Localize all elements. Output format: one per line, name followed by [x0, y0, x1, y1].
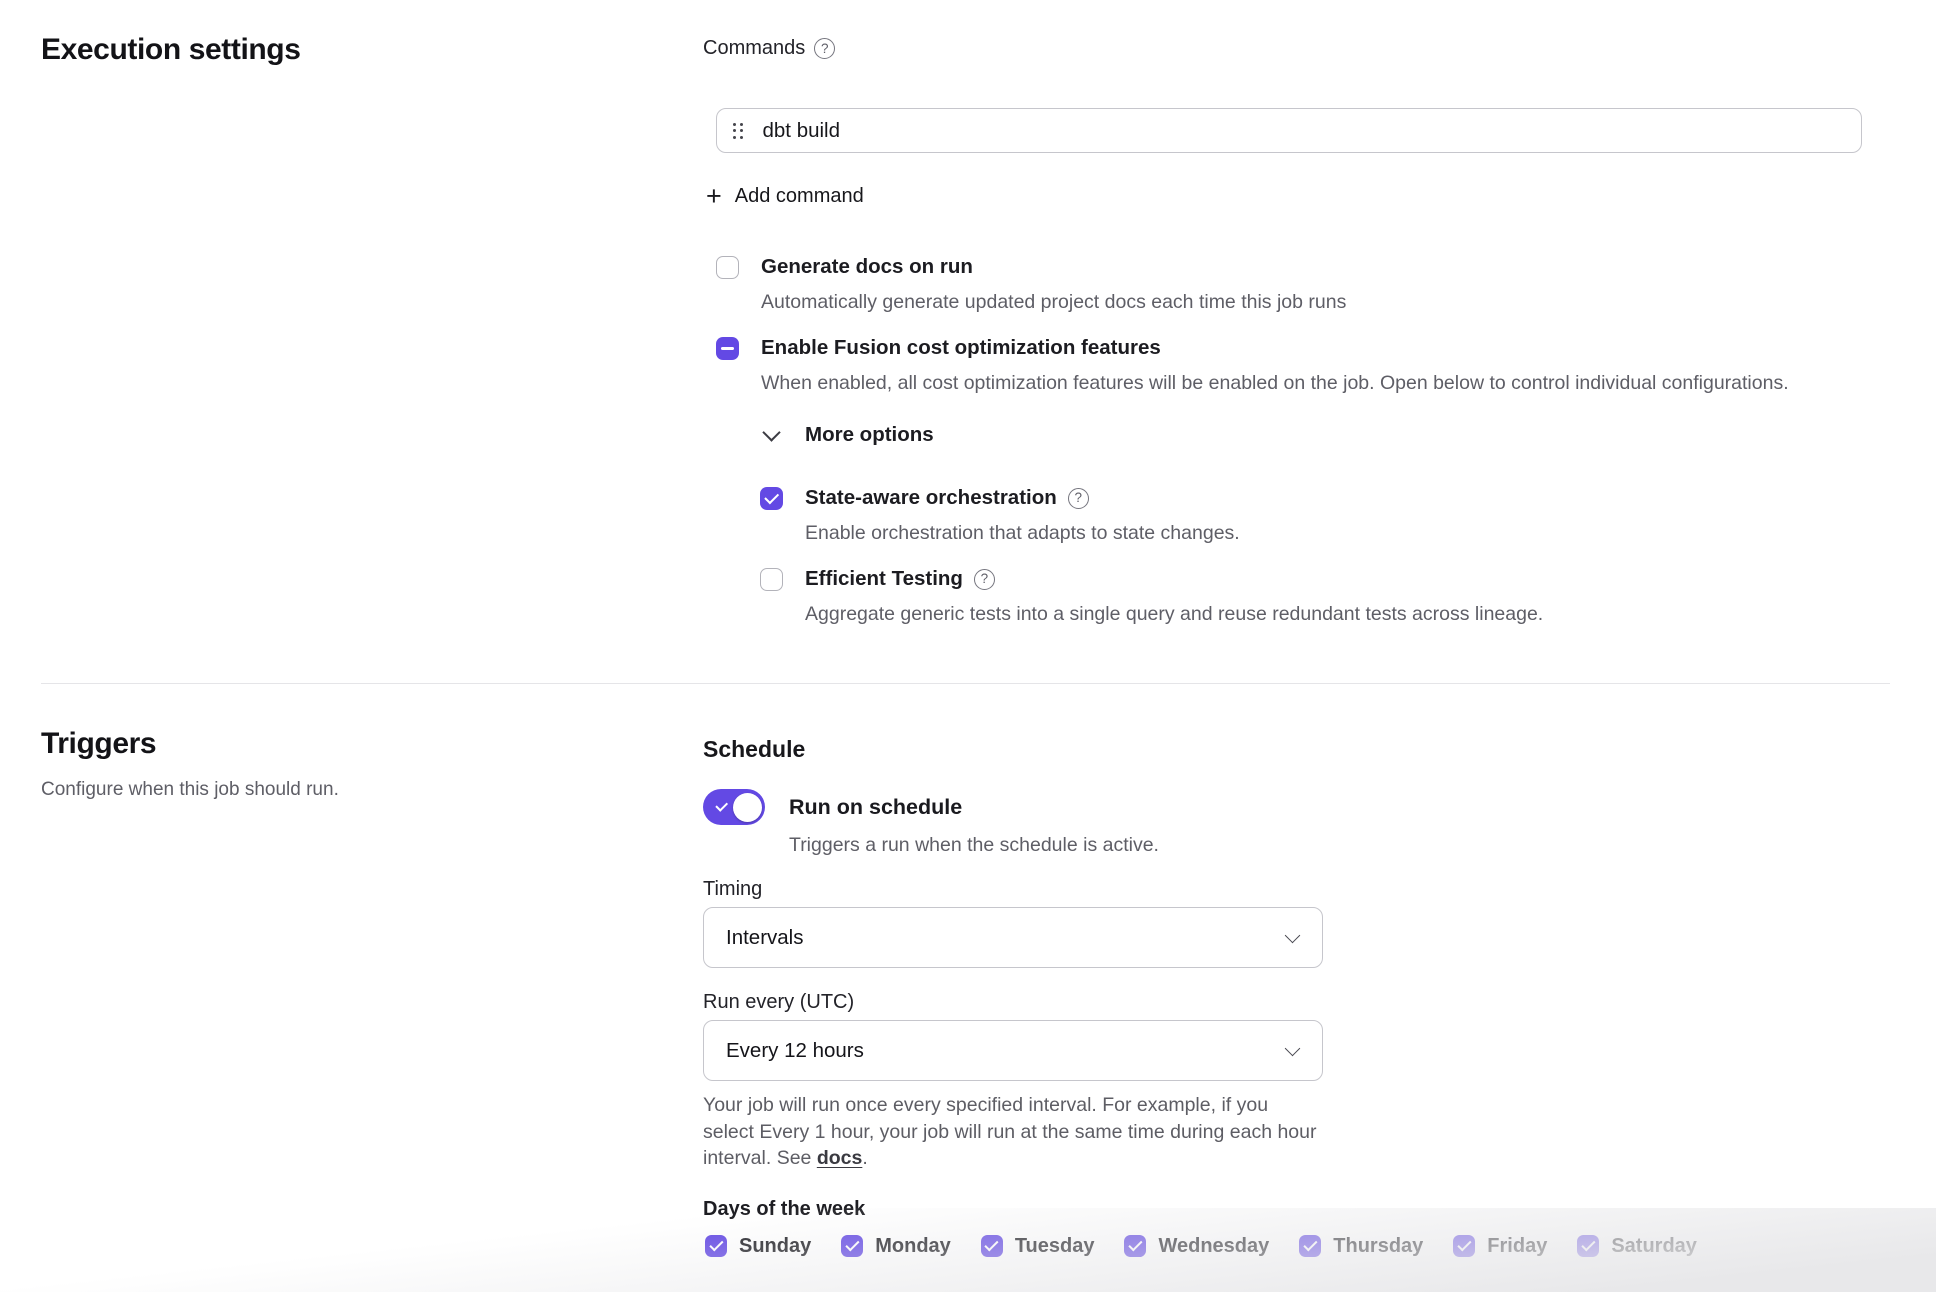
checkbox-efficient-testing[interactable] [760, 568, 783, 591]
run-on-schedule-toggle[interactable] [703, 789, 765, 825]
state-aware-help-icon[interactable]: ? [1068, 488, 1089, 509]
days-of-week-label: Days of the week [703, 1198, 1890, 1222]
run-every-select[interactable]: Every 12 hours [703, 1020, 1323, 1081]
triggers-column: Schedule Run on schedule Triggers a run … [703, 730, 1890, 1258]
checkbox-saturday[interactable] [1577, 1235, 1599, 1257]
plus-icon: + [706, 185, 722, 207]
docs-link[interactable]: docs [817, 1147, 863, 1169]
day-item-saturday[interactable]: Saturday [1577, 1235, 1697, 1258]
add-command-button[interactable]: + Add command [706, 183, 864, 209]
timing-selected-value: Intervals [726, 926, 803, 950]
option-label: Generate docs on run [761, 255, 973, 279]
day-item-tuesday[interactable]: Tuesday [981, 1235, 1095, 1258]
option-generate-docs[interactable]: Generate docs on run Automatically gener… [716, 254, 1890, 314]
option-description: Aggregate generic tests into a single qu… [805, 602, 1543, 626]
option-efficient-testing[interactable]: Efficient Testing ? Aggregate generic te… [760, 566, 1890, 626]
option-label: Efficient Testing [805, 567, 963, 591]
checkbox-tuesday[interactable] [981, 1235, 1003, 1257]
section-divider [41, 683, 1890, 684]
option-state-aware-orchestration[interactable]: State-aware orchestration ? Enable orche… [760, 485, 1890, 545]
drag-handle-icon[interactable] [733, 123, 743, 139]
timing-select[interactable]: Intervals [703, 907, 1323, 968]
job-settings-page: Execution settings Commands ? dbt build … [0, 0, 1936, 1292]
schedule-heading: Schedule [703, 736, 1890, 764]
more-options-label: More options [805, 423, 934, 447]
triggers-subtitle: Configure when this job should run. [41, 779, 339, 801]
chevron-down-icon [1285, 927, 1301, 943]
checkbox-wednesday[interactable] [1124, 1235, 1146, 1257]
checkbox-monday[interactable] [841, 1235, 863, 1257]
day-item-monday[interactable]: Monday [841, 1235, 951, 1258]
run-on-schedule-label: Run on schedule [789, 795, 962, 820]
checkbox-fusion-cost-optimization[interactable] [716, 337, 739, 360]
commands-help-icon[interactable]: ? [814, 38, 835, 59]
run-on-schedule-row: Run on schedule [703, 789, 1890, 825]
checkbox-generate-docs[interactable] [716, 256, 739, 279]
chevron-down-icon [762, 423, 780, 441]
checkbox-thursday[interactable] [1299, 1235, 1321, 1257]
triggers-title: Triggers [41, 727, 156, 761]
efficient-testing-help-icon[interactable]: ? [974, 569, 995, 590]
day-item-friday[interactable]: Friday [1453, 1235, 1547, 1258]
command-value: dbt build [763, 119, 841, 143]
execution-settings-column: Commands ? dbt build + Add command Gener… [703, 30, 1890, 626]
option-label: Enable Fusion cost optimization features [761, 336, 1161, 360]
day-item-sunday[interactable]: Sunday [705, 1235, 811, 1258]
option-fusion-cost-optimization[interactable]: Enable Fusion cost optimization features… [716, 335, 1890, 395]
commands-label-row: Commands ? [703, 36, 1890, 61]
checkbox-state-aware-orchestration[interactable] [760, 487, 783, 510]
checkbox-friday[interactable] [1453, 1235, 1475, 1257]
option-description: Enable orchestration that adapts to stat… [805, 521, 1240, 545]
timing-label: Timing [703, 878, 1890, 902]
day-item-wednesday[interactable]: Wednesday [1124, 1235, 1269, 1258]
days-of-week-row: Sunday Monday Tuesday Wednesday Thursday… [705, 1235, 1890, 1258]
checkbox-sunday[interactable] [705, 1235, 727, 1257]
option-description: When enabled, all cost optimization feat… [761, 371, 1789, 395]
chevron-down-icon [1285, 1040, 1301, 1056]
day-item-thursday[interactable]: Thursday [1299, 1235, 1423, 1258]
add-command-label: Add command [735, 185, 864, 208]
interval-help-text: Your job will run once every specified i… [703, 1092, 1317, 1172]
run-every-selected-value: Every 12 hours [726, 1039, 864, 1063]
commands-label: Commands [703, 37, 805, 60]
command-input[interactable]: dbt build [716, 108, 1862, 153]
option-label: State-aware orchestration [805, 486, 1057, 510]
run-every-label: Run every (UTC) [703, 991, 1890, 1015]
option-description: Automatically generate updated project d… [761, 290, 1346, 314]
more-options-toggle[interactable]: More options [765, 422, 1890, 448]
run-on-schedule-description: Triggers a run when the schedule is acti… [789, 834, 1890, 858]
execution-settings-title: Execution settings [41, 33, 301, 67]
